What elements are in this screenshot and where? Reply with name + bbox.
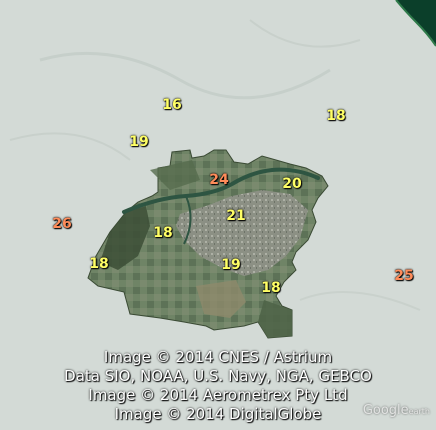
label-19-south: 19 [221, 257, 241, 273]
logo-main: Google [362, 403, 409, 418]
label-18-west: 18 [89, 256, 109, 272]
label-25: 25 [394, 268, 414, 284]
label-21: 21 [226, 208, 246, 224]
label-19-nw: 19 [129, 134, 149, 150]
credit-line: Data SIO, NOAA, U.S. Navy, NGA, GEBCO [64, 367, 372, 385]
credit-line: Image © 2014 CNES / Astrium [103, 348, 333, 366]
label-16: 16 [162, 97, 182, 113]
label-18-centre: 18 [153, 225, 173, 241]
label-20: 20 [282, 176, 302, 192]
label-18-ne: 18 [326, 108, 346, 124]
logo-suffix: earth [408, 407, 430, 416]
label-24: 24 [209, 172, 229, 188]
google-earth-logo: Googleearth [363, 403, 430, 418]
map-view[interactable]: 16 18 19 24 20 26 21 18 18 19 18 25 Image © 2014 CN… [0, 0, 436, 430]
label-18-south: 18 [261, 280, 281, 296]
label-26: 26 [52, 216, 72, 232]
